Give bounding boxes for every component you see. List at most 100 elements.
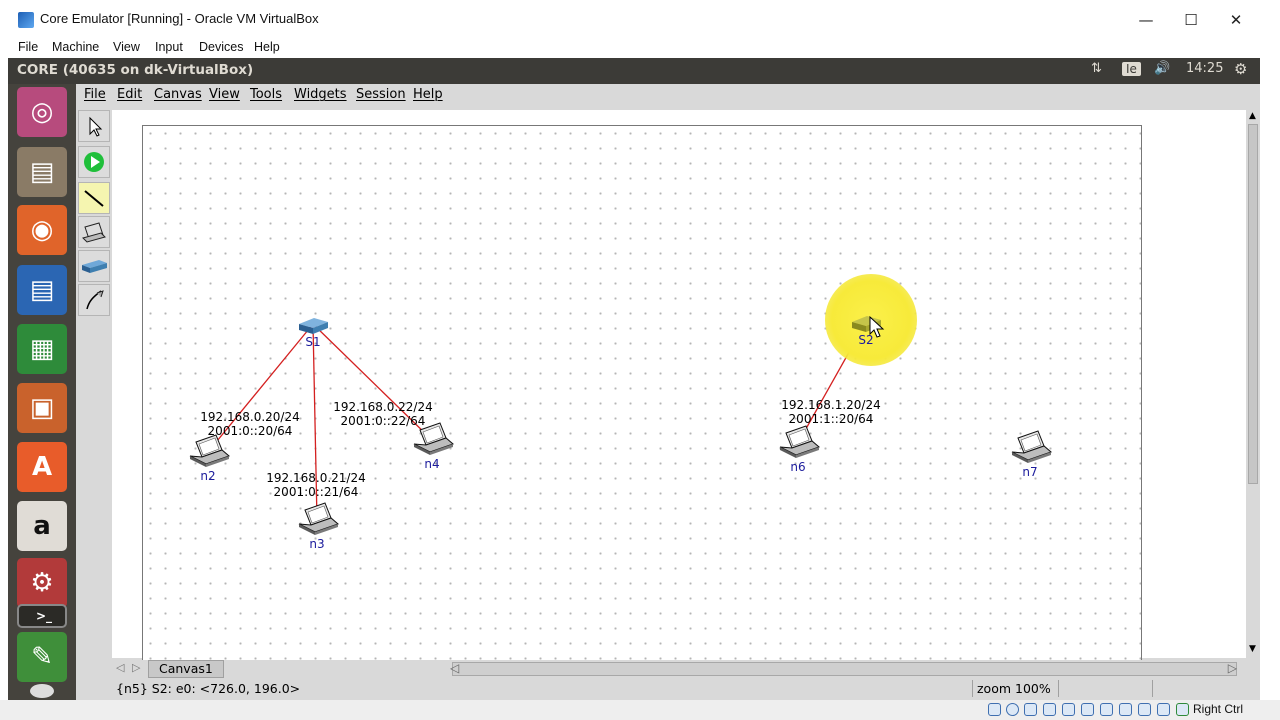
switch-tool-button[interactable] [78,250,110,282]
network-adapter-icon[interactable] [1043,703,1056,716]
panel-window-title: CORE (40635 on dk-VirtualBox) [17,62,254,78]
wrench-gear-icon: ⚙ [30,568,54,598]
core-toolbar [78,110,112,320]
volume-icon[interactable]: 🔊 [1154,61,1170,76]
maximize-button[interactable]: ☐ [1176,8,1206,32]
zoom-level: zoom 100% [972,680,1059,697]
core-status-bar: {n5} S2: e0: <726.0, 196.0> zoom 100% [112,680,1260,698]
host-window-title: Core Emulator [Running] - Oracle VM Virt… [40,11,319,26]
vertical-scrollbar[interactable]: ▲ ▼ [1246,110,1260,658]
shared-folder-icon[interactable] [1081,703,1094,716]
node-n2[interactable]: n2 [189,434,230,483]
host-title-bar: Core Emulator [Running] - Oracle VM Virt… [0,0,1280,40]
launcher-writer[interactable]: ▤ [17,265,67,315]
vertical-scroll-thumb[interactable] [1248,124,1258,484]
vbox-menu-view[interactable]: View [113,40,140,54]
shopping-bag-icon: A [31,452,53,482]
node-label: n2 [200,469,215,483]
recording-icon[interactable] [1119,703,1132,716]
core-menu-session[interactable]: Session [356,87,406,102]
play-icon [84,152,104,172]
scroll-right-icon[interactable]: ▷ [1228,661,1237,675]
launcher-system-settings[interactable]: ⚙ [17,558,67,608]
node-n7[interactable]: n7 [1011,430,1052,479]
close-button[interactable]: ✕ [1221,8,1251,32]
launcher-core[interactable]: ✎ [17,632,67,682]
document-icon: ▤ [29,275,55,305]
audio-icon[interactable] [1024,703,1037,716]
scroll-left-icon[interactable]: ◁ [450,661,459,675]
vbox-menu-machine[interactable]: Machine [52,40,99,54]
vbox-menu-devices[interactable]: Devices [199,40,243,54]
clock[interactable]: 14:25 [1186,61,1223,76]
file-cabinet-icon: ▤ [29,157,55,187]
keyboard-capture-icon[interactable] [1176,703,1189,716]
link-tool-button[interactable] [78,182,110,214]
hard-disk-icon[interactable] [988,703,1001,716]
launcher: ◎ ▤ ◉ ▤ ▦ ▣ A a ⚙ >_ ✎ [8,84,76,700]
tab-canvas1[interactable]: Canvas1 [148,660,224,678]
ipv4-label-n3: 192.168.0.21/24 [266,471,365,485]
tab-next-icon[interactable]: ▷ [132,661,140,674]
pen-icon [86,290,104,310]
cpu-icon[interactable] [1138,703,1151,716]
tab-prev-icon[interactable]: ◁ [116,661,124,674]
annotation-tool-button[interactable] [78,284,110,316]
keyboard-layout-indicator[interactable]: Ie [1122,62,1141,76]
firefox-icon: ◉ [30,215,54,245]
node-n6[interactable]: n6 [779,425,820,474]
optical-drive-icon[interactable] [1006,703,1019,716]
gear-icon[interactable]: ⚙ [1234,60,1247,78]
node-label: S1 [305,335,320,349]
usb-icon[interactable] [1062,703,1075,716]
launcher-calc[interactable]: ▦ [17,324,67,374]
launcher-impress[interactable]: ▣ [17,383,67,433]
core-menu-view[interactable]: View [209,87,240,102]
core-menu-file[interactable]: File [84,87,106,102]
select-tool-button[interactable] [78,110,110,142]
minimize-button[interactable]: — [1131,8,1161,32]
launcher-terminal[interactable]: >_ [17,604,67,628]
node-label: S2 [858,333,873,347]
launcher-ubuntu-dash[interactable]: ◎ [17,87,67,137]
core-menu-help[interactable]: Help [413,87,443,102]
ubuntu-logo-icon: ◎ [30,97,54,127]
core-menu-bar: File Edit Canvas View Tools Widgets Sess… [76,84,1260,106]
terminal-icon: >_ [35,609,53,623]
mouse-integration-icon[interactable] [1157,703,1170,716]
display-icon[interactable] [1100,703,1113,716]
vbox-menu-input[interactable]: Input [155,40,183,54]
core-menu-tools[interactable]: Tools [250,87,282,102]
start-session-button[interactable] [78,146,110,178]
scroll-down-icon[interactable]: ▼ [1249,644,1256,654]
ipv4-label-n2: 192.168.0.20/24 [200,410,299,424]
scroll-up-icon[interactable]: ▲ [1249,111,1256,121]
launcher-amazon[interactable]: a [17,501,67,551]
launcher-files[interactable]: ▤ [17,147,67,197]
amazon-icon: a [33,511,51,541]
host-node-tool-button[interactable] [78,216,110,248]
launcher-firefox[interactable]: ◉ [17,205,67,255]
ipv6-label-n2: 2001:0::20/64 [208,424,293,438]
spreadsheet-icon: ▦ [29,334,55,364]
core-menu-widgets[interactable]: Widgets [294,87,347,102]
vbox-menu-file[interactable]: File [18,40,38,54]
laptop-icon [82,222,106,243]
network-icon[interactable]: ⇅ [1091,61,1102,76]
pointer-icon [89,116,103,137]
horizontal-scrollbar[interactable]: ◁ ▷ [450,661,1237,676]
status-message: {n5} S2: e0: <726.0, 196.0> [116,681,301,696]
node-n3[interactable]: n3 [298,502,339,551]
switch-icon [82,260,107,273]
core-menu-canvas[interactable]: Canvas [154,87,202,102]
disc-icon[interactable] [30,684,54,698]
core-window: File Edit Canvas View Tools Widgets Sess… [76,84,1260,700]
link-icon [84,190,104,207]
node-n4[interactable]: n4 [413,422,454,471]
canvas-tab-bar: ◁ ▷ Canvas1 ◁ ▷ [112,660,1260,678]
vbox-menu-help[interactable]: Help [254,40,280,54]
ipv4-label-n4: 192.168.0.22/24 [333,400,432,414]
core-menu-edit[interactable]: Edit [117,87,142,102]
topology-svg: S1 S2n2n3 n4 n6 n7 192.168.0.20/242001:0::20… [189,274,1052,551]
launcher-software-center[interactable]: A [17,442,67,492]
